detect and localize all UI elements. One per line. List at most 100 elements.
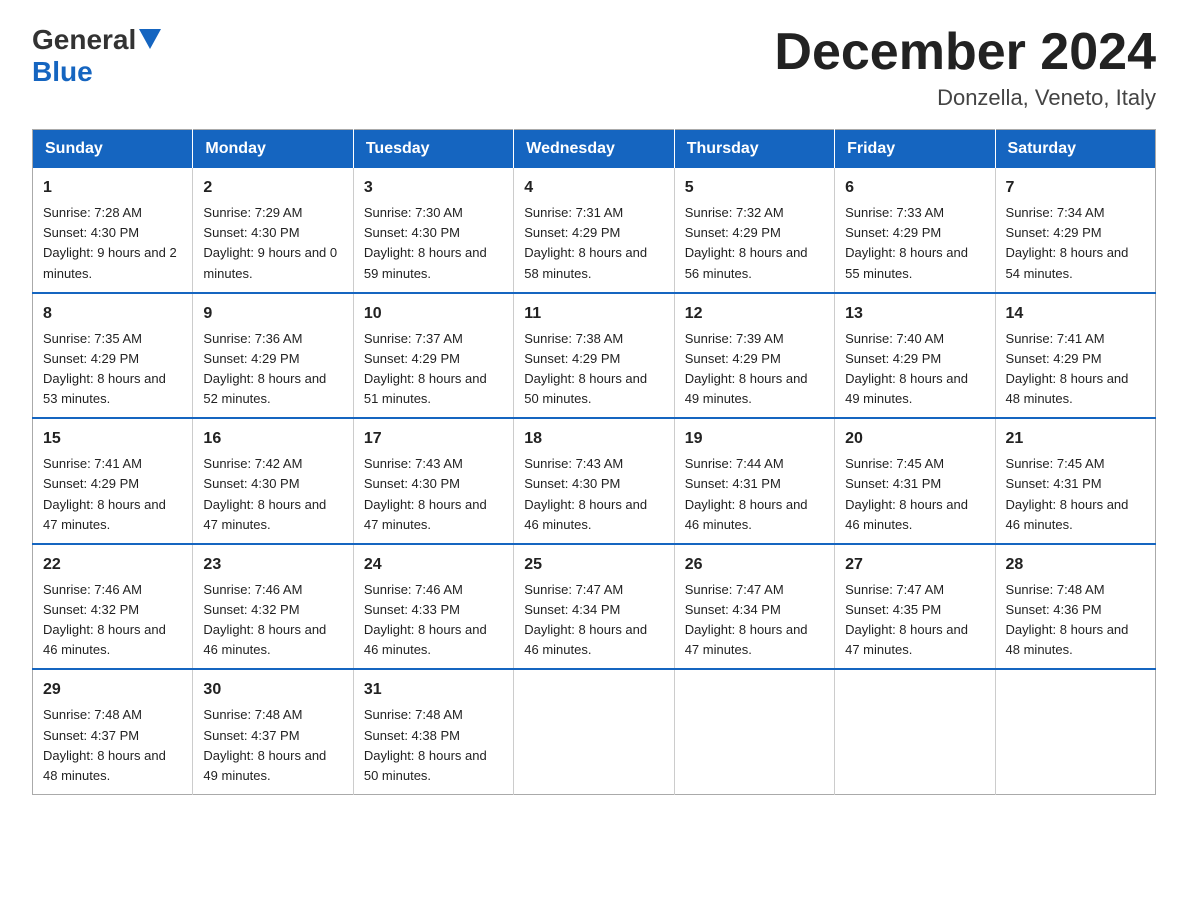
day-number: 11: [524, 302, 663, 326]
day-cell-13: 13 Sunrise: 7:40 AMSunset: 4:29 PMDaylig…: [835, 293, 995, 419]
day-info: Sunrise: 7:43 AMSunset: 4:30 PMDaylight:…: [524, 456, 647, 531]
day-info: Sunrise: 7:44 AMSunset: 4:31 PMDaylight:…: [685, 456, 808, 531]
day-info: Sunrise: 7:31 AMSunset: 4:29 PMDaylight:…: [524, 205, 647, 280]
location-title: Donzella, Veneto, Italy: [774, 85, 1156, 111]
day-number: 19: [685, 427, 824, 451]
day-info: Sunrise: 7:40 AMSunset: 4:29 PMDaylight:…: [845, 331, 968, 406]
day-info: Sunrise: 7:46 AMSunset: 4:32 PMDaylight:…: [203, 582, 326, 657]
day-number: 7: [1006, 176, 1145, 200]
day-cell-4: 4 Sunrise: 7:31 AMSunset: 4:29 PMDayligh…: [514, 168, 674, 293]
day-info: Sunrise: 7:48 AMSunset: 4:37 PMDaylight:…: [43, 707, 166, 782]
day-cell-10: 10 Sunrise: 7:37 AMSunset: 4:29 PMDaylig…: [353, 293, 513, 419]
day-cell-1: 1 Sunrise: 7:28 AMSunset: 4:30 PMDayligh…: [33, 168, 193, 293]
day-cell-3: 3 Sunrise: 7:30 AMSunset: 4:30 PMDayligh…: [353, 168, 513, 293]
day-number: 18: [524, 427, 663, 451]
day-number: 31: [364, 678, 503, 702]
day-number: 6: [845, 176, 984, 200]
day-cell-15: 15 Sunrise: 7:41 AMSunset: 4:29 PMDaylig…: [33, 418, 193, 544]
day-number: 14: [1006, 302, 1145, 326]
day-cell-17: 17 Sunrise: 7:43 AMSunset: 4:30 PMDaylig…: [353, 418, 513, 544]
day-number: 22: [43, 553, 182, 577]
day-cell-6: 6 Sunrise: 7:33 AMSunset: 4:29 PMDayligh…: [835, 168, 995, 293]
day-info: Sunrise: 7:48 AMSunset: 4:37 PMDaylight:…: [203, 707, 326, 782]
day-number: 4: [524, 176, 663, 200]
weekday-header-monday: Monday: [193, 130, 353, 169]
day-info: Sunrise: 7:47 AMSunset: 4:35 PMDaylight:…: [845, 582, 968, 657]
day-number: 20: [845, 427, 984, 451]
day-cell-9: 9 Sunrise: 7:36 AMSunset: 4:29 PMDayligh…: [193, 293, 353, 419]
day-info: Sunrise: 7:39 AMSunset: 4:29 PMDaylight:…: [685, 331, 808, 406]
day-info: Sunrise: 7:32 AMSunset: 4:29 PMDaylight:…: [685, 205, 808, 280]
weekday-header-tuesday: Tuesday: [353, 130, 513, 169]
day-info: Sunrise: 7:28 AMSunset: 4:30 PMDaylight:…: [43, 205, 177, 280]
day-cell-29: 29 Sunrise: 7:48 AMSunset: 4:37 PMDaylig…: [33, 669, 193, 794]
day-cell-21: 21 Sunrise: 7:45 AMSunset: 4:31 PMDaylig…: [995, 418, 1155, 544]
logo-triangle-icon: [139, 29, 161, 49]
day-info: Sunrise: 7:34 AMSunset: 4:29 PMDaylight:…: [1006, 205, 1129, 280]
day-info: Sunrise: 7:47 AMSunset: 4:34 PMDaylight:…: [524, 582, 647, 657]
day-info: Sunrise: 7:46 AMSunset: 4:33 PMDaylight:…: [364, 582, 487, 657]
day-info: Sunrise: 7:42 AMSunset: 4:30 PMDaylight:…: [203, 456, 326, 531]
day-cell-8: 8 Sunrise: 7:35 AMSunset: 4:29 PMDayligh…: [33, 293, 193, 419]
day-info: Sunrise: 7:37 AMSunset: 4:29 PMDaylight:…: [364, 331, 487, 406]
day-number: 30: [203, 678, 342, 702]
day-number: 28: [1006, 553, 1145, 577]
day-info: Sunrise: 7:48 AMSunset: 4:36 PMDaylight:…: [1006, 582, 1129, 657]
day-cell-31: 31 Sunrise: 7:48 AMSunset: 4:38 PMDaylig…: [353, 669, 513, 794]
day-cell-24: 24 Sunrise: 7:46 AMSunset: 4:33 PMDaylig…: [353, 544, 513, 670]
day-number: 23: [203, 553, 342, 577]
empty-cell: [514, 669, 674, 794]
day-cell-14: 14 Sunrise: 7:41 AMSunset: 4:29 PMDaylig…: [995, 293, 1155, 419]
day-info: Sunrise: 7:46 AMSunset: 4:32 PMDaylight:…: [43, 582, 166, 657]
week-row-2: 8 Sunrise: 7:35 AMSunset: 4:29 PMDayligh…: [33, 293, 1156, 419]
day-number: 3: [364, 176, 503, 200]
day-cell-20: 20 Sunrise: 7:45 AMSunset: 4:31 PMDaylig…: [835, 418, 995, 544]
day-cell-16: 16 Sunrise: 7:42 AMSunset: 4:30 PMDaylig…: [193, 418, 353, 544]
day-info: Sunrise: 7:47 AMSunset: 4:34 PMDaylight:…: [685, 582, 808, 657]
weekday-header-friday: Friday: [835, 130, 995, 169]
day-info: Sunrise: 7:33 AMSunset: 4:29 PMDaylight:…: [845, 205, 968, 280]
day-number: 17: [364, 427, 503, 451]
week-row-5: 29 Sunrise: 7:48 AMSunset: 4:37 PMDaylig…: [33, 669, 1156, 794]
day-cell-22: 22 Sunrise: 7:46 AMSunset: 4:32 PMDaylig…: [33, 544, 193, 670]
day-cell-11: 11 Sunrise: 7:38 AMSunset: 4:29 PMDaylig…: [514, 293, 674, 419]
empty-cell: [835, 669, 995, 794]
day-cell-19: 19 Sunrise: 7:44 AMSunset: 4:31 PMDaylig…: [674, 418, 834, 544]
logo-general-text: General: [32, 24, 136, 56]
day-number: 15: [43, 427, 182, 451]
weekday-header-sunday: Sunday: [33, 130, 193, 169]
week-row-1: 1 Sunrise: 7:28 AMSunset: 4:30 PMDayligh…: [33, 168, 1156, 293]
day-number: 9: [203, 302, 342, 326]
day-cell-26: 26 Sunrise: 7:47 AMSunset: 4:34 PMDaylig…: [674, 544, 834, 670]
day-number: 16: [203, 427, 342, 451]
day-number: 21: [1006, 427, 1145, 451]
day-info: Sunrise: 7:36 AMSunset: 4:29 PMDaylight:…: [203, 331, 326, 406]
day-info: Sunrise: 7:43 AMSunset: 4:30 PMDaylight:…: [364, 456, 487, 531]
day-cell-7: 7 Sunrise: 7:34 AMSunset: 4:29 PMDayligh…: [995, 168, 1155, 293]
day-info: Sunrise: 7:38 AMSunset: 4:29 PMDaylight:…: [524, 331, 647, 406]
day-cell-25: 25 Sunrise: 7:47 AMSunset: 4:34 PMDaylig…: [514, 544, 674, 670]
day-info: Sunrise: 7:45 AMSunset: 4:31 PMDaylight:…: [845, 456, 968, 531]
day-info: Sunrise: 7:30 AMSunset: 4:30 PMDaylight:…: [364, 205, 487, 280]
day-number: 24: [364, 553, 503, 577]
day-info: Sunrise: 7:41 AMSunset: 4:29 PMDaylight:…: [1006, 331, 1129, 406]
day-cell-28: 28 Sunrise: 7:48 AMSunset: 4:36 PMDaylig…: [995, 544, 1155, 670]
week-row-3: 15 Sunrise: 7:41 AMSunset: 4:29 PMDaylig…: [33, 418, 1156, 544]
day-number: 25: [524, 553, 663, 577]
day-number: 13: [845, 302, 984, 326]
day-info: Sunrise: 7:41 AMSunset: 4:29 PMDaylight:…: [43, 456, 166, 531]
empty-cell: [995, 669, 1155, 794]
logo-blue-text: Blue: [32, 56, 161, 88]
day-number: 27: [845, 553, 984, 577]
calendar-table: SundayMondayTuesdayWednesdayThursdayFrid…: [32, 129, 1156, 795]
day-cell-23: 23 Sunrise: 7:46 AMSunset: 4:32 PMDaylig…: [193, 544, 353, 670]
day-number: 12: [685, 302, 824, 326]
week-row-4: 22 Sunrise: 7:46 AMSunset: 4:32 PMDaylig…: [33, 544, 1156, 670]
title-area: December 2024 Donzella, Veneto, Italy: [774, 24, 1156, 111]
weekday-header-wednesday: Wednesday: [514, 130, 674, 169]
day-info: Sunrise: 7:48 AMSunset: 4:38 PMDaylight:…: [364, 707, 487, 782]
weekday-header-thursday: Thursday: [674, 130, 834, 169]
logo-area: General Blue: [32, 24, 161, 88]
page-header: General Blue December 2024 Donzella, Ven…: [32, 24, 1156, 111]
weekday-header-row: SundayMondayTuesdayWednesdayThursdayFrid…: [33, 130, 1156, 169]
